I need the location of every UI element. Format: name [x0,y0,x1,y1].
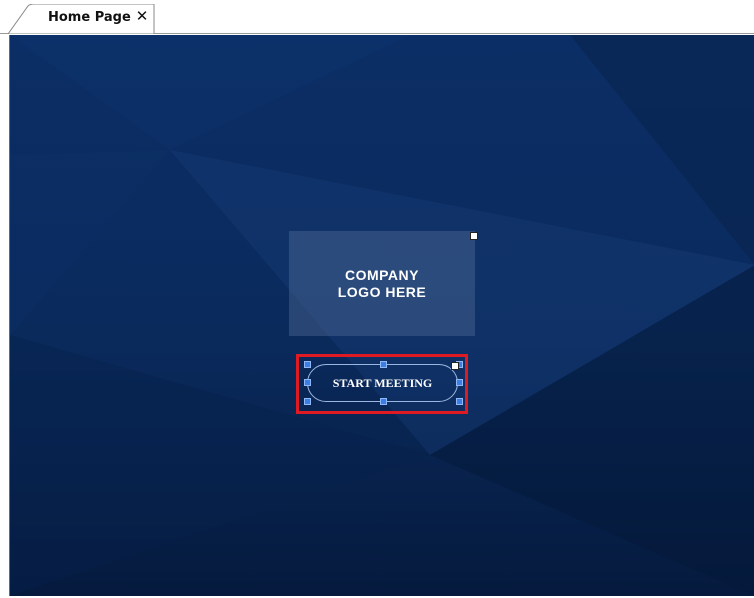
selection-handle[interactable] [456,379,463,386]
start-meeting-label: START MEETING [332,375,433,390]
start-meeting-button[interactable]: START MEETING [307,364,458,402]
lock-icon [470,232,478,240]
selection-handle[interactable] [304,398,311,405]
tab-label: Home Page [48,10,131,25]
lock-icon [451,362,459,370]
selection-handle[interactable] [304,379,311,386]
tab-strip: Home Page ✕ [0,0,754,34]
design-canvas[interactable]: COMPANY LOGO HERE START MEETING [9,35,754,596]
tab-home-page[interactable]: Home Page ✕ [8,4,156,34]
logo-placeholder-text: COMPANY LOGO HERE [337,266,427,300]
selection-handle[interactable] [380,361,387,368]
selection-handle[interactable] [304,361,311,368]
selection-handle[interactable] [380,398,387,405]
close-icon[interactable]: ✕ [134,8,150,24]
selection-handle[interactable] [456,398,463,405]
company-logo-placeholder[interactable]: COMPANY LOGO HERE [289,231,475,336]
